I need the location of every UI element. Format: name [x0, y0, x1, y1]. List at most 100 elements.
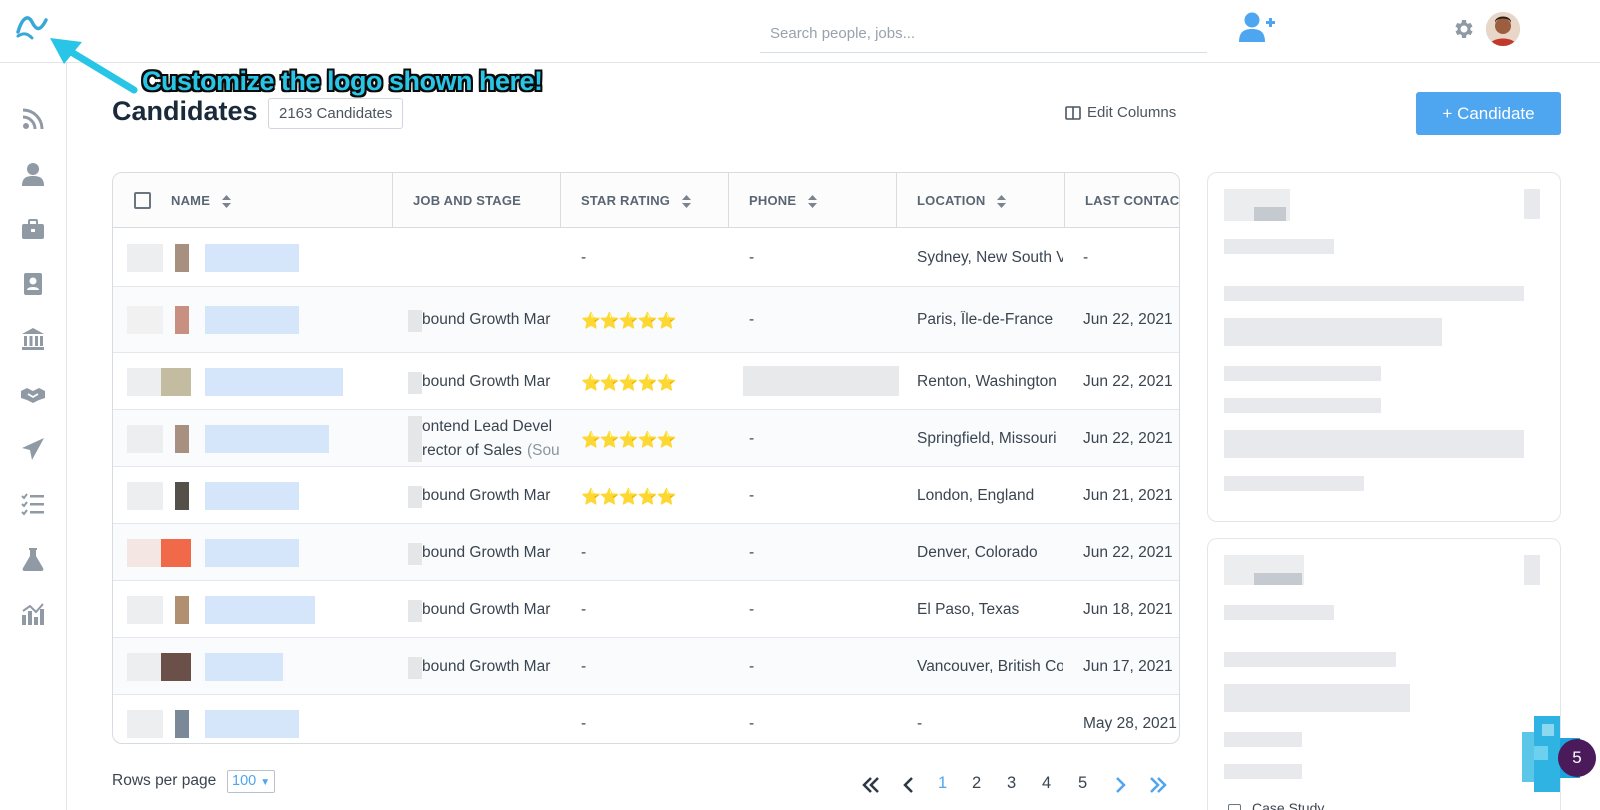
job-stage-cell[interactable]: bound Growth Mar — [422, 544, 560, 562]
job-stage-cell[interactable]: bound Growth Mar — [422, 373, 560, 391]
candidate-name-redacted[interactable] — [175, 244, 189, 272]
candidate-name-redacted[interactable] — [175, 710, 189, 738]
sort-icon[interactable] — [808, 195, 818, 209]
candidate-name-redacted[interactable] — [127, 244, 163, 272]
page-5-link[interactable]: 5 — [1078, 774, 1087, 793]
table-row[interactable]: bound Growth Mar ⭐⭐⭐⭐⭐ Renton, Washington J… — [113, 353, 1179, 410]
candidate-name-redacted[interactable] — [161, 539, 191, 567]
job-stage-cell[interactable]: bound Growth Mar — [422, 658, 560, 676]
candidate-name-redacted[interactable] — [205, 539, 299, 567]
phone-redacted[interactable] — [743, 366, 899, 396]
candidate-name-redacted[interactable] — [127, 306, 163, 334]
sort-icon[interactable] — [221, 195, 231, 209]
last-page-icon[interactable] — [1148, 776, 1168, 794]
first-page-icon[interactable] — [861, 776, 881, 794]
star-rating-cell[interactable]: - — [581, 658, 586, 676]
table-row[interactable]: bound Growth Mar - - Vancouver, British Co J… — [113, 638, 1179, 695]
page-3-link[interactable]: 3 — [1007, 774, 1016, 793]
phone-cell[interactable]: - — [749, 430, 754, 448]
page-2-link[interactable]: 2 — [972, 774, 981, 793]
candidate-name-redacted[interactable] — [127, 710, 163, 738]
contact-card-icon[interactable] — [20, 271, 46, 297]
phone-cell[interactable]: - — [749, 715, 754, 733]
table-row[interactable]: - - Sydney, New South V - — [113, 229, 1179, 287]
notification-badge[interactable]: 5 — [1558, 739, 1596, 777]
candidate-name-redacted[interactable] — [175, 306, 189, 334]
previous-page-icon[interactable] — [899, 776, 919, 794]
avatar[interactable] — [1486, 12, 1520, 46]
star-rating-cell[interactable]: - — [581, 544, 586, 562]
column-header-name[interactable]: NAME — [151, 173, 393, 228]
job-stage-cell[interactable]: bound Growth Mar — [422, 311, 560, 329]
rss-icon[interactable] — [20, 106, 46, 132]
page-1-link[interactable]: 1 — [938, 774, 947, 793]
candidate-name-redacted[interactable] — [127, 368, 163, 396]
search-field[interactable] — [760, 18, 1207, 53]
candidate-name-redacted[interactable] — [205, 596, 315, 624]
phone-cell[interactable]: - — [749, 544, 754, 562]
candidate-name-redacted[interactable] — [205, 482, 299, 510]
candidate-name-redacted[interactable] — [127, 653, 163, 681]
paper-plane-icon[interactable] — [20, 436, 46, 462]
candidate-name-redacted[interactable] — [205, 244, 299, 272]
star-rating-cell[interactable]: ⭐⭐⭐⭐⭐ — [581, 373, 676, 393]
table-row[interactable]: ontend Lead Devel rector of Sales (Sou ⭐⭐⭐⭐… — [113, 410, 1179, 467]
sort-icon[interactable] — [997, 195, 1007, 209]
candidate-name-redacted[interactable] — [127, 482, 163, 510]
flask-icon[interactable] — [20, 546, 46, 572]
phone-cell[interactable]: - — [749, 601, 754, 619]
star-rating-cell[interactable]: - — [581, 601, 586, 619]
phone-cell[interactable]: - — [749, 487, 754, 505]
star-rating-cell[interactable]: - — [581, 249, 586, 267]
column-header-phone[interactable]: PHONE — [729, 173, 897, 228]
column-header-last-contacted[interactable]: LAST CONTAC... — [1065, 173, 1179, 228]
job-stage-secondary[interactable]: rector of Sales (Sou — [422, 442, 560, 460]
candidate-name-redacted[interactable] — [205, 653, 283, 681]
candidate-name-redacted[interactable] — [175, 596, 189, 624]
column-header-star-rating[interactable]: STAR RATING — [561, 173, 729, 228]
select-all-checkbox[interactable] — [134, 192, 151, 209]
candidate-name-redacted[interactable] — [161, 653, 191, 681]
table-row[interactable]: bound Growth Mar - - Denver, Colorado Jun 22… — [113, 524, 1179, 581]
table-row[interactable]: bound Growth Mar ⭐⭐⭐⭐⭐ - Paris, Île-de-Fran… — [113, 287, 1179, 353]
star-rating-cell[interactable]: ⭐⭐⭐⭐⭐ — [581, 487, 676, 507]
star-rating-cell[interactable]: ⭐⭐⭐⭐⭐ — [581, 430, 676, 450]
rows-per-page-select[interactable]: 100 ▼ — [227, 770, 276, 793]
checklist-icon[interactable] — [20, 491, 46, 517]
sort-icon[interactable] — [681, 195, 691, 209]
star-rating-cell[interactable]: - — [581, 715, 586, 733]
column-header-location[interactable]: LOCATION — [897, 173, 1065, 228]
candidate-name-redacted[interactable] — [175, 482, 189, 510]
candidate-name-redacted[interactable] — [161, 368, 191, 396]
next-page-icon[interactable] — [1110, 776, 1130, 794]
bank-icon[interactable] — [20, 326, 46, 352]
candidate-name-redacted[interactable] — [205, 306, 299, 334]
candidate-name-redacted[interactable] — [205, 710, 299, 738]
phone-cell[interactable]: - — [749, 249, 754, 267]
handshake-icon[interactable] — [20, 381, 46, 407]
case-study-checkbox[interactable] — [1228, 804, 1241, 810]
candidate-name-redacted[interactable] — [127, 596, 163, 624]
page-4-link[interactable]: 4 — [1042, 774, 1051, 793]
table-row[interactable]: bound Growth Mar ⭐⭐⭐⭐⭐ - London, England Jun… — [113, 467, 1179, 524]
job-stage-cell[interactable]: ontend Lead Devel — [422, 418, 560, 436]
edit-columns-button[interactable]: Edit Columns — [1065, 104, 1176, 121]
gear-icon[interactable] — [1451, 17, 1475, 41]
search-input[interactable] — [760, 18, 1207, 48]
phone-cell[interactable]: - — [749, 311, 754, 329]
candidate-name-redacted[interactable] — [127, 539, 163, 567]
analytics-icon[interactable] — [20, 601, 46, 627]
candidate-name-redacted[interactable] — [127, 425, 163, 453]
add-candidate-button[interactable]: + Candidate — [1416, 92, 1561, 135]
candidate-name-redacted[interactable] — [205, 425, 329, 453]
column-header-job-stage[interactable]: JOB AND STAGE — [393, 173, 561, 228]
candidate-name-redacted[interactable] — [205, 368, 343, 396]
add-person-icon[interactable] — [1238, 10, 1276, 44]
star-rating-cell[interactable]: ⭐⭐⭐⭐⭐ — [581, 311, 676, 331]
table-row[interactable]: bound Growth Mar - - El Paso, Texas Jun 18, … — [113, 581, 1179, 638]
candidate-name-redacted[interactable] — [175, 425, 189, 453]
phone-cell[interactable]: - — [749, 658, 754, 676]
job-stage-cell[interactable]: bound Growth Mar — [422, 601, 560, 619]
job-stage-cell[interactable]: bound Growth Mar — [422, 487, 560, 505]
briefcase-icon[interactable] — [20, 216, 46, 242]
